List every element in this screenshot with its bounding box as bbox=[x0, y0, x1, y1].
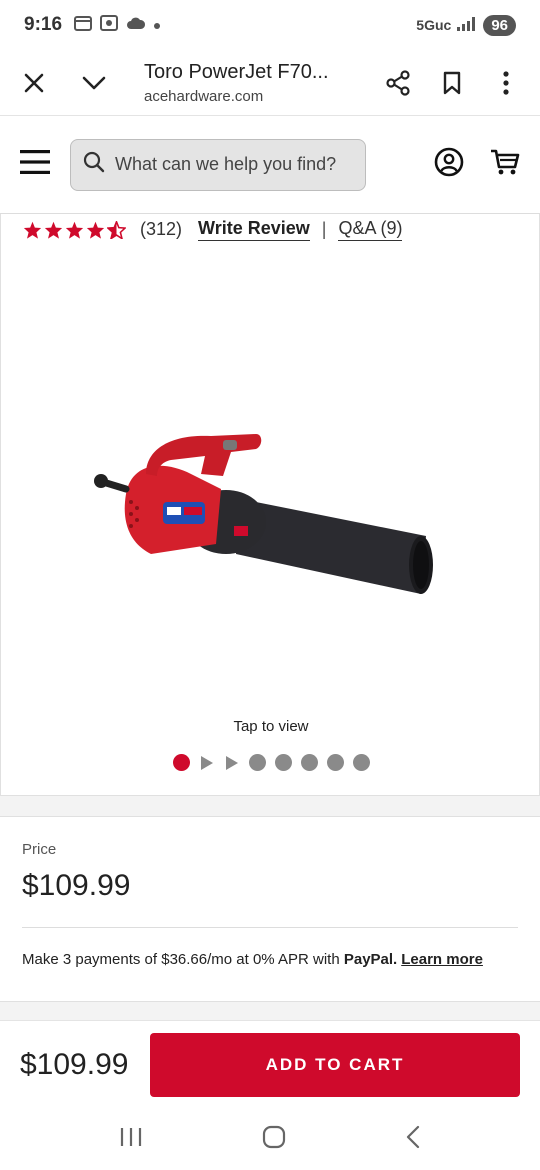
signal-icon bbox=[457, 16, 477, 34]
section-spacer bbox=[0, 796, 540, 816]
calendar-icon bbox=[74, 15, 93, 36]
gallery-dot[interactable] bbox=[274, 754, 292, 771]
search-icon bbox=[83, 151, 105, 178]
price-value: $109.99 bbox=[22, 869, 131, 902]
close-icon[interactable] bbox=[16, 65, 52, 101]
paypal-brand: PayPal. bbox=[343, 951, 398, 968]
search-placeholder: What can we help you find? bbox=[115, 154, 337, 174]
gallery-dot[interactable] bbox=[326, 754, 344, 771]
battery-badge: 96 bbox=[483, 14, 516, 36]
half-star-icon bbox=[107, 220, 126, 239]
dot-icon bbox=[154, 16, 161, 34]
star-icon bbox=[44, 221, 63, 239]
page-title: Toro PowerJet F70... bbox=[144, 60, 329, 83]
paypal-financing-text: Make 3 payments of $36.66/mo at 0% APR w… bbox=[22, 951, 483, 968]
video-play-icon[interactable] bbox=[225, 755, 238, 770]
divider bbox=[22, 927, 518, 928]
recent-apps-icon[interactable] bbox=[119, 1126, 143, 1153]
site-header: What can we help you find? bbox=[0, 116, 540, 214]
cart-icon[interactable] bbox=[490, 148, 520, 181]
review-count[interactable]: (312) bbox=[140, 219, 182, 240]
cloud-icon bbox=[126, 16, 146, 35]
gallery-dot[interactable] bbox=[248, 754, 266, 771]
gallery-dot[interactable] bbox=[352, 754, 370, 771]
browser-title-area[interactable]: Toro PowerJet F70... acehardware.com bbox=[144, 61, 380, 105]
price-card: Price $109.99 Make 3 payments of $36.66/… bbox=[0, 816, 540, 1002]
header-actions bbox=[434, 147, 520, 182]
home-icon[interactable] bbox=[262, 1125, 286, 1154]
hamburger-menu-icon[interactable] bbox=[20, 149, 50, 180]
share-icon[interactable] bbox=[380, 65, 416, 101]
gallery-dot-active[interactable] bbox=[172, 754, 190, 771]
section-spacer bbox=[0, 1002, 540, 1020]
add-to-cart-button[interactable]: ADD TO CART bbox=[150, 1032, 520, 1097]
back-icon[interactable] bbox=[405, 1125, 421, 1154]
network-label: 5Guc bbox=[416, 17, 452, 33]
search-input[interactable]: What can we help you find? bbox=[70, 138, 366, 191]
sticky-cart-bar: $109.99 ADD TO CART bbox=[0, 1020, 540, 1108]
account-icon[interactable] bbox=[434, 147, 464, 182]
status-time: 9:16 bbox=[24, 14, 63, 35]
page-url: acehardware.com bbox=[144, 87, 264, 105]
more-options-icon[interactable] bbox=[488, 65, 524, 101]
product-image[interactable] bbox=[91, 414, 441, 614]
status-right: 5Guc 96 bbox=[416, 14, 516, 36]
tap-to-view-label[interactable]: Tap to view bbox=[1, 718, 540, 735]
status-icons bbox=[74, 14, 161, 36]
screenshot-icon bbox=[100, 14, 119, 36]
bookmark-icon[interactable] bbox=[434, 65, 470, 101]
price-label: Price bbox=[22, 841, 57, 858]
write-review-link[interactable]: Write Review bbox=[198, 218, 310, 241]
separator: | bbox=[321, 219, 327, 239]
browser-toolbar: Toro PowerJet F70... acehardware.com bbox=[0, 50, 540, 116]
learn-more-link[interactable]: Learn more bbox=[401, 951, 483, 968]
star-icon bbox=[86, 221, 105, 239]
status-bar: 9:16 5Guc 96 bbox=[0, 0, 540, 50]
rating-row: (312) Write Review | Q&A (9) bbox=[23, 218, 403, 241]
star-rating[interactable] bbox=[23, 220, 126, 239]
browser-actions bbox=[380, 65, 524, 101]
video-play-icon[interactable] bbox=[200, 755, 213, 770]
qa-link[interactable]: Q&A (9) bbox=[338, 218, 403, 241]
paypal-prefix: Make 3 payments of $36.66/mo at 0% APR w… bbox=[22, 951, 344, 968]
gallery-dot[interactable] bbox=[300, 754, 318, 771]
star-icon bbox=[65, 221, 84, 239]
gallery-pagination bbox=[1, 754, 540, 771]
system-nav-bar bbox=[0, 1108, 540, 1170]
sticky-price: $109.99 bbox=[20, 1047, 129, 1081]
product-gallery-card: (312) Write Review | Q&A (9) Tap to view bbox=[0, 214, 540, 796]
star-icon bbox=[23, 221, 42, 239]
chevron-down-icon[interactable] bbox=[76, 65, 112, 101]
